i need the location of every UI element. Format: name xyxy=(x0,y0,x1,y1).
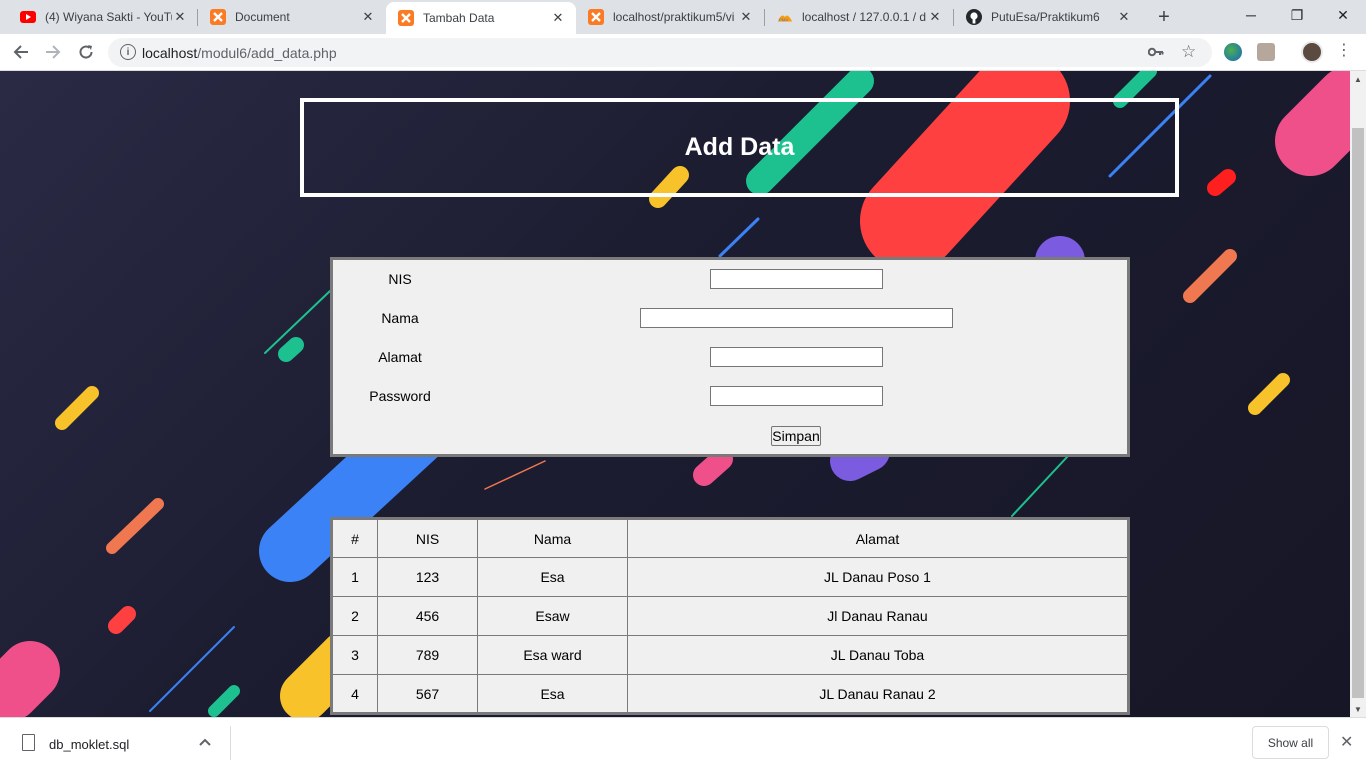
back-button[interactable] xyxy=(8,39,34,65)
bookmark-star-icon[interactable]: ☆ xyxy=(1181,42,1196,62)
close-icon[interactable]: ✕ xyxy=(360,9,376,25)
table-row: 3 789 Esa ward JL Danau Toba xyxy=(331,635,1129,675)
close-icon[interactable]: ✕ xyxy=(927,9,943,25)
forward-button[interactable] xyxy=(40,39,66,65)
tab-document[interactable]: Document ✕ xyxy=(198,0,386,34)
reload-button[interactable] xyxy=(73,39,99,65)
github-icon xyxy=(966,9,982,25)
cell-nis: 789 xyxy=(377,635,478,675)
show-all-button[interactable]: Show all xyxy=(1252,726,1329,759)
youtube-icon xyxy=(20,9,36,25)
cell-alamat: Jl Danau Ranau xyxy=(627,596,1129,636)
close-icon[interactable]: ✕ xyxy=(550,10,566,26)
minimize-button[interactable]: ─ xyxy=(1228,0,1274,30)
data-table: # NIS Nama Alamat 1 123 Esa JL Danau Pos… xyxy=(330,517,1130,715)
url-text[interactable]: localhost/modul6/add_data.php xyxy=(142,45,337,61)
page-content: Add Data NIS Nama Alamat Password Simpan… xyxy=(0,71,1350,717)
cell-nis: 123 xyxy=(377,557,478,597)
table-row: 2 456 Esaw Jl Danau Ranau xyxy=(331,596,1129,636)
tab-title: (4) Wiyana Sakti - YouTube xyxy=(45,10,172,24)
xampp-icon xyxy=(210,9,226,25)
tab-strip: (4) Wiyana Sakti - YouTube ✕ Document ✕ … xyxy=(0,0,1366,34)
alamat-input[interactable] xyxy=(710,347,883,367)
reload-icon xyxy=(79,45,93,59)
cell-nama: Esaw xyxy=(477,596,628,636)
password-label: Password xyxy=(369,388,431,404)
key-icon[interactable] xyxy=(1147,44,1164,61)
tab-tambah-data[interactable]: Tambah Data ✕ xyxy=(386,2,576,34)
xampp-icon xyxy=(588,9,604,25)
download-shelf: db_moklet.sql Show all ✕ xyxy=(0,717,1366,768)
browser-toolbar: i localhost/modul6/add_data.php ☆ ⋮ xyxy=(0,34,1366,71)
tab-title: PutuEsa/Praktikum6 xyxy=(991,10,1100,24)
col-header-index: # xyxy=(331,518,378,558)
tab-praktikum5[interactable]: localhost/praktikum5/vi ✕ xyxy=(576,0,764,34)
cell-nama: Esa xyxy=(477,557,628,597)
simpan-button[interactable]: Simpan xyxy=(771,426,821,446)
cell-alamat: JL Danau Ranau 2 xyxy=(627,674,1129,714)
table-header-row: # NIS Nama Alamat xyxy=(331,518,1129,558)
cell-alamat: JL Danau Poso 1 xyxy=(627,557,1129,597)
form-row-alamat: Alamat xyxy=(333,347,1127,369)
close-icon[interactable]: ✕ xyxy=(1116,9,1132,25)
tab-title: localhost/praktikum5/vi xyxy=(613,10,735,24)
cell-index: 4 xyxy=(331,674,378,714)
add-data-form: NIS Nama Alamat Password Simpan xyxy=(330,257,1130,457)
cell-index: 2 xyxy=(331,596,378,636)
restore-button[interactable]: ❐ xyxy=(1274,0,1320,30)
tab-youtube[interactable]: (4) Wiyana Sakti - YouTube ✕ xyxy=(8,0,198,34)
tab-title: localhost / 127.0.0.1 / d xyxy=(802,10,927,24)
address-bar[interactable]: i localhost/modul6/add_data.php ☆ xyxy=(108,38,1212,67)
close-icon[interactable]: ✕ xyxy=(738,9,754,25)
file-icon xyxy=(22,734,35,751)
alamat-label: Alamat xyxy=(378,349,422,365)
col-header-nis: NIS xyxy=(377,518,478,558)
arrow-left-icon xyxy=(13,45,28,59)
form-row-nama: Nama xyxy=(333,308,1127,330)
extension-globe-icon[interactable] xyxy=(1224,43,1242,61)
tab-github[interactable]: PutuEsa/Praktikum6 ✕ xyxy=(954,0,1142,34)
new-tab-button[interactable]: + xyxy=(1152,5,1176,29)
form-row-nis: NIS xyxy=(333,269,1127,291)
form-row-password: Password xyxy=(333,386,1127,408)
phpmyadmin-icon: PMA xyxy=(777,9,793,25)
cell-alamat: JL Danau Toba xyxy=(627,635,1129,675)
cell-index: 1 xyxy=(331,557,378,597)
kebab-menu-icon[interactable]: ⋮ xyxy=(1336,40,1352,60)
cell-nama: Esa xyxy=(477,674,628,714)
nis-input[interactable] xyxy=(710,269,883,289)
close-icon[interactable]: ✕ xyxy=(1340,732,1353,752)
divider xyxy=(230,726,231,760)
arrow-right-icon xyxy=(46,45,61,59)
tab-phpmyadmin[interactable]: PMA localhost / 127.0.0.1 / d ✕ xyxy=(765,0,953,34)
scroll-up-arrow-icon[interactable]: ▲ xyxy=(1350,71,1366,87)
xampp-icon xyxy=(398,10,414,26)
scrollbar-thumb[interactable] xyxy=(1352,128,1364,698)
cell-nis: 456 xyxy=(377,596,478,636)
cell-nis: 567 xyxy=(377,674,478,714)
download-item-name[interactable]: db_moklet.sql xyxy=(49,737,129,752)
tab-title: Document xyxy=(235,10,290,24)
info-icon[interactable]: i xyxy=(120,44,136,60)
scroll-down-arrow-icon[interactable]: ▼ xyxy=(1350,701,1366,717)
close-window-button[interactable]: ✕ xyxy=(1320,0,1366,30)
table-row: 4 567 Esa JL Danau Ranau 2 xyxy=(331,674,1129,714)
chevron-up-icon[interactable] xyxy=(199,734,211,749)
table-row: 1 123 Esa JL Danau Poso 1 xyxy=(331,557,1129,597)
page-title: Add Data xyxy=(684,133,795,161)
svg-text:PMA: PMA xyxy=(779,17,789,22)
close-icon[interactable]: ✕ xyxy=(172,9,188,25)
profile-avatar[interactable] xyxy=(1301,41,1323,63)
extension-pdf-icon[interactable] xyxy=(1257,43,1275,61)
nama-input[interactable] xyxy=(640,308,953,328)
tab-title: Tambah Data xyxy=(423,11,495,25)
cell-nama: Esa ward xyxy=(477,635,628,675)
page-header-box: Add Data xyxy=(300,98,1179,197)
col-header-alamat: Alamat xyxy=(627,518,1129,558)
col-header-nama: Nama xyxy=(477,518,628,558)
nama-label: Nama xyxy=(381,310,419,326)
password-input[interactable] xyxy=(710,386,883,406)
nis-label: NIS xyxy=(388,271,412,287)
cell-index: 3 xyxy=(331,635,378,675)
